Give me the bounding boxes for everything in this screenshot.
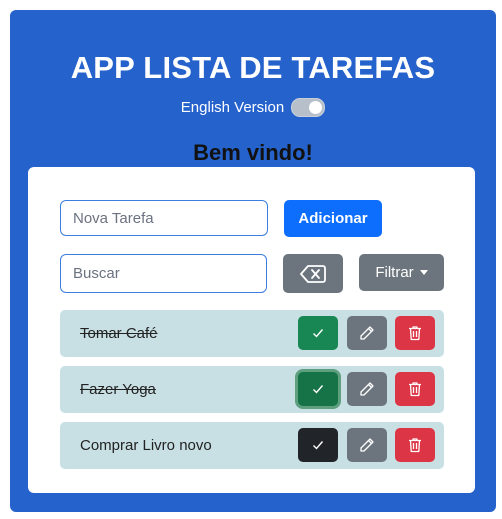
clear-search-button[interactable]	[283, 254, 343, 293]
pencil-icon	[359, 325, 375, 341]
language-toggle-row: English Version	[10, 98, 496, 117]
app-container: APP LISTA DE TAREFAS English Version Bem…	[10, 10, 496, 512]
delete-task-button[interactable]	[395, 316, 435, 350]
filter-label: Filtrar	[375, 264, 414, 281]
check-icon	[312, 328, 324, 338]
check-icon	[312, 440, 324, 450]
delete-task-button[interactable]	[395, 372, 435, 406]
pencil-icon	[359, 381, 375, 397]
page-title: APP LISTA DE TAREFAS	[70, 50, 436, 85]
backspace-icon	[300, 264, 326, 284]
task-item: Fazer Yoga	[60, 366, 444, 413]
complete-task-button[interactable]	[298, 316, 338, 350]
trash-icon	[408, 381, 422, 397]
task-label: Tomar Café	[80, 325, 158, 342]
filter-dropdown-button[interactable]: Filtrar	[359, 254, 444, 291]
welcome-heading: Bem vindo!	[193, 140, 313, 165]
edit-task-button[interactable]	[347, 316, 387, 350]
complete-task-button[interactable]	[298, 428, 338, 462]
new-task-input[interactable]	[60, 200, 268, 236]
task-item: Tomar Café	[60, 310, 444, 357]
language-toggle-switch[interactable]	[291, 98, 326, 117]
complete-task-button[interactable]	[298, 372, 338, 406]
check-icon	[312, 384, 324, 394]
delete-task-button[interactable]	[395, 428, 435, 462]
task-item: Comprar Livro novo	[60, 422, 444, 469]
toggle-knob	[309, 101, 323, 114]
task-label: Fazer Yoga	[80, 381, 156, 398]
trash-icon	[408, 437, 422, 453]
add-task-button[interactable]: Adicionar	[284, 200, 382, 237]
trash-icon	[408, 325, 422, 341]
edit-task-button[interactable]	[347, 372, 387, 406]
pencil-icon	[359, 437, 375, 453]
edit-task-button[interactable]	[347, 428, 387, 462]
language-toggle-label: English Version	[180, 99, 285, 116]
task-label: Comprar Livro novo	[80, 437, 212, 454]
task-card: Adicionar Filtrar Tomar Café	[28, 167, 475, 493]
caret-down-icon	[419, 270, 428, 275]
search-input[interactable]	[60, 254, 267, 293]
